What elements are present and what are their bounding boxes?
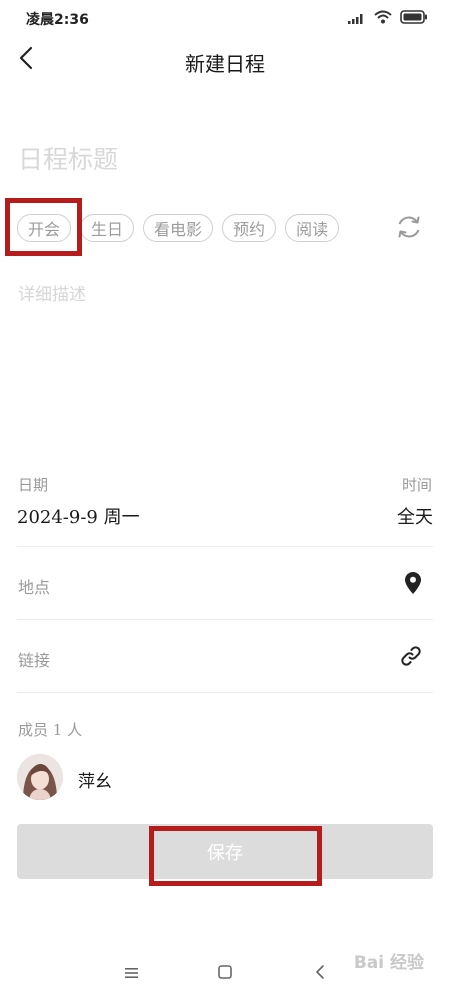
location-pin-icon[interactable] (400, 570, 426, 596)
link-icon[interactable] (398, 643, 424, 669)
avatar[interactable] (17, 754, 63, 800)
tag-chip-reading[interactable]: 阅读 (285, 214, 340, 242)
battery-icon (400, 9, 428, 28)
date-value[interactable]: 2024-9-9 周一 (17, 503, 140, 529)
location-label[interactable]: 地点 (18, 574, 50, 598)
refresh-icon (395, 213, 423, 245)
date-label: 日期 (18, 476, 49, 494)
member-name: 萍幺 (78, 772, 112, 792)
members-label: 成员 1 人 (18, 721, 83, 739)
divider (17, 546, 433, 547)
time-label: 时间 (401, 476, 432, 494)
schedule-title-input[interactable] (18, 140, 428, 178)
page-title: 新建日程 (185, 52, 265, 76)
status-time: 凌晨2:36 (26, 12, 89, 28)
tag-chip-appointment[interactable]: 预约 (222, 214, 277, 242)
signal-icon (348, 9, 366, 28)
back-nav-button[interactable] (306, 960, 334, 988)
divider (17, 619, 433, 620)
home-nav-button[interactable] (211, 960, 239, 988)
time-value[interactable]: 全天 (397, 503, 433, 529)
refresh-tags-button[interactable] (392, 212, 426, 246)
divider (17, 692, 433, 693)
description-textarea[interactable] (18, 280, 428, 430)
link-label[interactable]: 链接 (18, 647, 50, 671)
tag-chip-birthday[interactable]: 生日 (80, 214, 135, 242)
tag-chip-movie[interactable]: 看电影 (143, 214, 214, 242)
wifi-icon (374, 9, 392, 28)
menu-nav-button[interactable] (118, 960, 146, 988)
watermark: Bai 经验 (353, 953, 424, 973)
home-square-icon (217, 964, 233, 984)
back-triangle-icon (313, 963, 327, 985)
menu-icon (124, 965, 140, 984)
highlight-box-save (149, 826, 322, 886)
status-icons (348, 9, 428, 28)
highlight-box-tag (5, 198, 82, 256)
